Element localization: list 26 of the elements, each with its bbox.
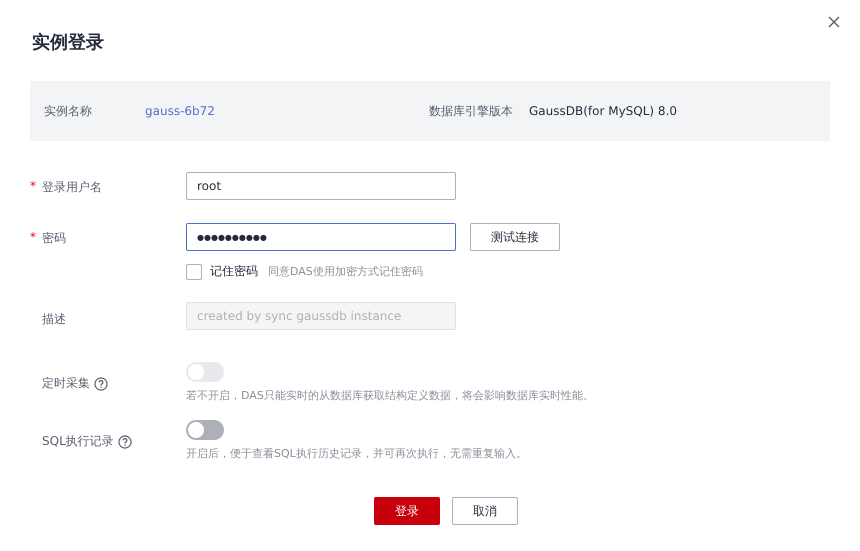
login-button[interactable]: 登录 xyxy=(374,497,440,525)
close-button[interactable] xyxy=(826,14,842,30)
field-label: 密码 xyxy=(42,230,66,247)
hint-text: 同意DAS使用加密方式记住密码 xyxy=(268,264,423,279)
required-mark: * xyxy=(30,230,37,244)
engine-label: 数据库引擎版本 xyxy=(429,102,513,120)
engine-version: GaussDB(for MySQL) 8.0 xyxy=(529,104,678,118)
instance-link[interactable]: gauss-6b72 xyxy=(145,104,429,118)
required-mark: * xyxy=(30,179,37,193)
field-label: 定时采集 xyxy=(42,375,90,392)
field-label: SQL执行记录 xyxy=(42,433,114,450)
instance-label: 实例名称 xyxy=(44,102,93,120)
username-field[interactable]: root xyxy=(186,172,456,200)
help-icon[interactable] xyxy=(94,376,108,390)
field-label: 描述 xyxy=(42,311,66,328)
test-connection-button[interactable]: 测试连接 xyxy=(470,223,560,251)
hint-text: 开启后，便于查看SQL执行历史记录，并可再次执行，无需重复输入。 xyxy=(186,446,527,461)
field-label: 登录用户名 xyxy=(42,179,102,196)
help-icon[interactable] xyxy=(118,434,132,448)
toggle-switch[interactable] xyxy=(186,420,224,440)
cancel-button[interactable]: 取消 xyxy=(452,497,518,525)
password-field[interactable]: ●●●●●●●●●● xyxy=(186,223,456,251)
dialog-title: 实例登录 xyxy=(32,31,105,55)
checkbox-label[interactable]: 记住密码 xyxy=(210,263,258,280)
remember-checkbox[interactable] xyxy=(186,264,202,280)
hint-text: 若不开启，DAS只能实时的从数据库获取结构定义数据，将会影响数据库实时性能。 xyxy=(186,388,594,403)
